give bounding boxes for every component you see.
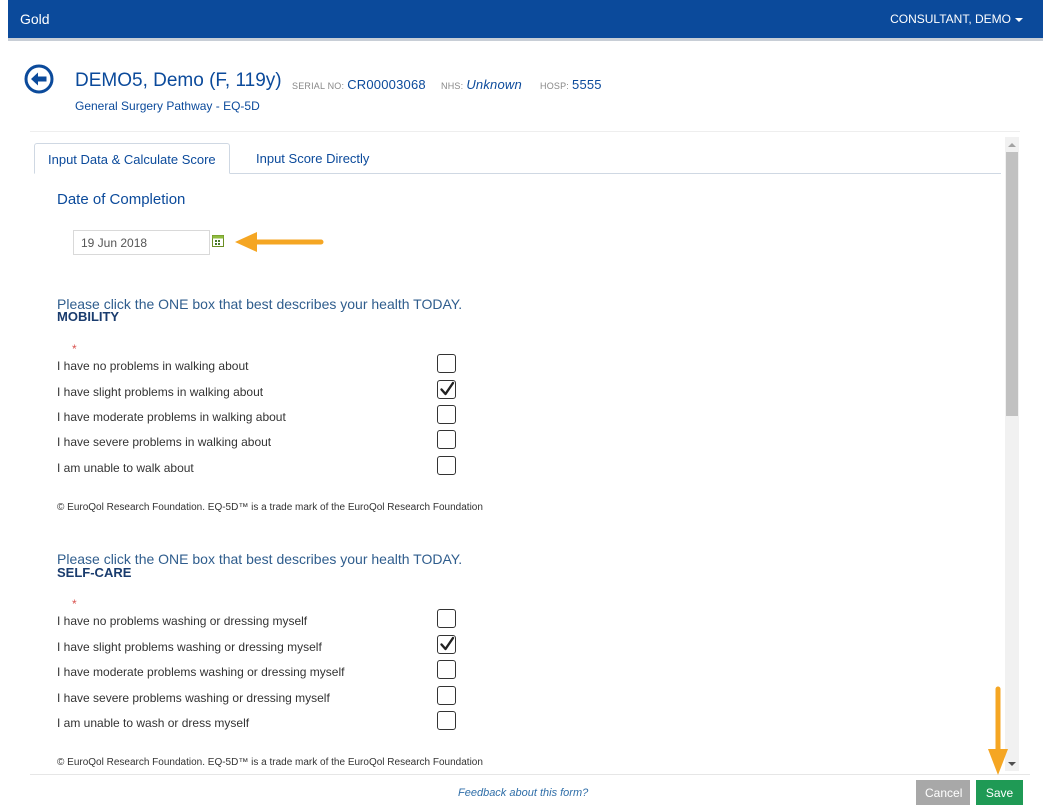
option-label: I have no problems in walking about [57,359,249,373]
caret-down-icon [1015,17,1023,22]
tab-input-data[interactable]: Input Data & Calculate Score [34,143,230,174]
top-navbar: Gold CONSULTANT, DEMO [8,0,1043,41]
self-care-option-2-checkbox[interactable] [437,635,456,654]
self-care-option-5-checkbox[interactable] [437,711,456,730]
option-label: I am unable to walk about [57,461,194,475]
mobility-option-4-checkbox[interactable] [437,430,456,449]
mobility-title: MOBILITY [57,309,120,324]
serial-value: CR00003068 [347,77,426,92]
user-menu[interactable]: CONSULTANT, DEMO [890,12,1023,26]
self-care-option-4-checkbox[interactable] [437,686,456,705]
mobility-option-1-checkbox[interactable] [437,354,456,373]
serial-label: SERIAL NO: [292,81,345,91]
user-name: CONSULTANT, DEMO [890,12,1011,26]
option-label: I have severe problems washing or dressi… [57,691,330,705]
mobility-option-2-checkbox[interactable] [437,380,456,399]
scroll-up-icon[interactable] [1008,143,1016,147]
hosp-number: HOSP: 5555 [540,77,602,92]
checkmark-icon [440,636,455,651]
self-care-option-3-checkbox[interactable] [437,660,456,679]
scroll-down-icon[interactable] [1008,762,1016,766]
patient-name: DEMO5, Demo (F, 119y) [75,70,282,91]
option-label: I have slight problems washing or dressi… [57,640,322,654]
highlight-arrow-icon [988,686,1008,775]
calendar-icon[interactable] [212,235,224,247]
mobility-option-5-checkbox[interactable] [437,456,456,475]
option-label: I have slight problems in walking about [57,385,264,399]
self-care-option-1-checkbox[interactable] [437,609,456,628]
nhs-number: NHS: Unknown [441,77,522,92]
option-label: I have moderate problems washing or dres… [57,665,345,679]
checkmark-icon [440,381,455,396]
option-label: I have no problems washing or dressing m… [57,614,308,628]
mobility-option-3-checkbox[interactable] [437,405,456,424]
serial-number: SERIAL NO: CR00003068 [292,77,426,92]
highlight-arrow-icon [235,232,324,252]
back-arrow-icon[interactable] [24,64,54,94]
header-divider [30,131,1020,132]
date-of-completion-label: Date of Completion [57,191,186,208]
date-input[interactable] [73,230,210,255]
footer-divider [30,774,1030,775]
save-button[interactable]: Save [976,780,1023,805]
self-care-title: SELF-CARE [57,565,132,580]
tab-input-score[interactable]: Input Score Directly [243,143,382,174]
scrollbar-thumb[interactable] [1006,152,1018,416]
feedback-link[interactable]: Feedback about this form? [458,787,588,799]
nhs-value: Unknown [466,77,522,92]
option-label: I am unable to wash or dress myself [57,716,250,730]
required-marker: * [72,342,77,356]
nhs-label: NHS: [441,81,464,91]
option-label: I have moderate problems in walking abou… [57,410,286,424]
app-brand[interactable]: Gold [20,11,50,27]
cancel-button[interactable]: Cancel [916,780,970,805]
copyright-notice: © EuroQol Research Foundation. EQ-5D™ is… [57,757,483,768]
copyright-notice: © EuroQol Research Foundation. EQ-5D™ is… [57,502,483,513]
hosp-value: 5555 [572,77,602,92]
hosp-label: HOSP: [540,81,570,91]
required-marker: * [72,597,77,611]
option-label: I have severe problems in walking about [57,435,272,449]
pathway-subtitle: General Surgery Pathway - EQ-5D [75,99,260,113]
